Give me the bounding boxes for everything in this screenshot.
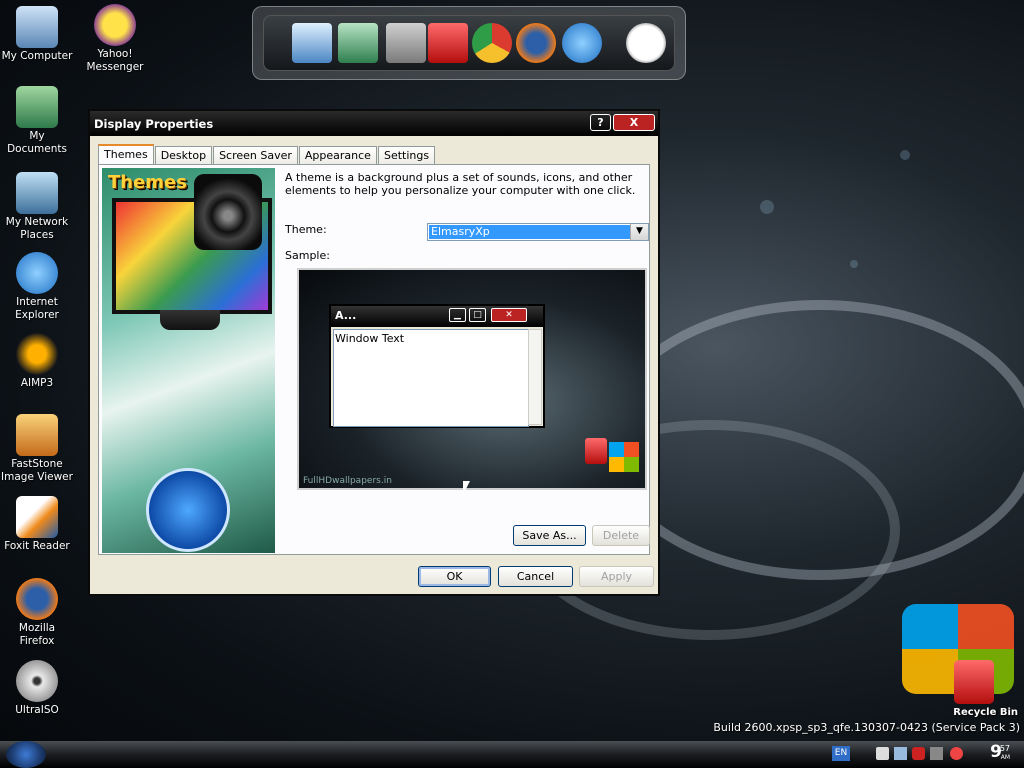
desktop-icon-label: Mozilla Firefox — [18, 622, 56, 647]
documents-folder-icon — [16, 86, 58, 128]
desktop-icon-label: My Computer — [1, 50, 73, 62]
close-button[interactable]: X — [613, 114, 655, 131]
apply-button[interactable]: Apply — [579, 566, 654, 587]
volume-icon[interactable] — [876, 747, 889, 760]
display-properties-window: Display Properties ? X Themes Desktop Sc… — [88, 109, 660, 596]
taskbar-clock[interactable]: 9 57 AM — [990, 742, 1010, 762]
desktop-icon-my-network-places[interactable]: My Network Places — [0, 172, 74, 242]
yahoo-messenger-icon — [94, 4, 136, 46]
security-shield-icon[interactable] — [912, 747, 925, 760]
dock — [252, 6, 686, 80]
desktop-icon-aimp3[interactable]: AIMP3 — [0, 333, 74, 390]
tab-settings[interactable]: Settings — [377, 146, 436, 165]
theme-label: Theme: — [285, 223, 327, 236]
tab-desktop[interactable]: Desktop — [154, 146, 213, 165]
desktop-icon-foxit-reader[interactable]: Foxit Reader — [0, 496, 74, 553]
speaker-art — [194, 174, 262, 250]
sample-recycle-bin-icon — [585, 438, 607, 464]
antivirus-icon[interactable] — [950, 747, 963, 760]
disc-icon — [16, 660, 58, 702]
sample-preview: A... ▁ □ ✕ Window Text FullHDwallpapers.… — [297, 268, 647, 490]
window-title: Display Properties — [94, 117, 214, 131]
themes-art-title: Themes — [108, 172, 187, 193]
start-button[interactable] — [6, 741, 46, 768]
desktop-icon-label: FastStone Image Viewer — [1, 458, 73, 483]
desktop-icon-label: My Documents — [7, 130, 67, 155]
sample-watermark: FullHDwallpapers.in — [303, 476, 392, 486]
internet-explorer-icon[interactable] — [562, 23, 602, 63]
recycle-bin-icon[interactable] — [954, 660, 994, 704]
internet-explorer-icon — [16, 252, 58, 294]
help-button[interactable]: ? — [590, 114, 611, 131]
documents-folder-icon[interactable] — [338, 23, 378, 63]
desktop-icon-my-computer[interactable]: My Computer — [0, 6, 74, 63]
title-bar[interactable]: Display Properties ? X — [90, 111, 658, 136]
sample-window: A... ▁ □ ✕ Window Text — [329, 304, 545, 428]
faststone-eye-icon — [16, 414, 58, 456]
theme-dropdown[interactable]: ElmasryXp ▼ — [427, 223, 649, 241]
desktop-icon-label: Yahoo! Messenger — [86, 48, 144, 73]
logo-e-icon — [146, 468, 230, 552]
computer-icon — [16, 6, 58, 48]
minimize-icon: ▁ — [449, 308, 466, 322]
network-icon — [16, 172, 58, 214]
desktop-icon-ultraiso[interactable]: UltraISO — [0, 660, 74, 717]
chevron-down-icon[interactable]: ▼ — [630, 224, 648, 240]
desktop-icon-label: Foxit Reader — [4, 540, 70, 552]
sample-window-text: Window Text — [335, 332, 405, 345]
tab-strip: Themes Desktop Screen Saver Appearance S… — [98, 144, 436, 167]
desktop-icon-internet-explorer[interactable]: Internet Explorer — [0, 252, 74, 322]
delete-button[interactable]: Delete — [592, 525, 650, 546]
wallpaper-bokeh — [850, 260, 858, 268]
clock-ampm: AM — [1000, 754, 1010, 761]
sample-scrollbar — [528, 329, 542, 425]
desktop-icon-label: AIMP3 — [20, 377, 54, 389]
sample-window-title: A... ▁ □ ✕ — [331, 306, 543, 327]
sample-windows-logo-icon — [609, 442, 639, 472]
hard-drive-icon[interactable] — [386, 23, 426, 63]
tab-appearance[interactable]: Appearance — [298, 146, 377, 165]
ok-button[interactable]: OK — [418, 566, 491, 587]
desktop-icon-label: Internet Explorer — [15, 296, 59, 321]
taskbar: EN 9 57 AM — [0, 741, 1024, 768]
aimp-icon — [16, 333, 58, 375]
themes-side-art: Themes — [102, 168, 275, 553]
monitor-icon[interactable] — [292, 23, 332, 63]
desktop-icon-mozilla-firefox[interactable]: Mozilla Firefox — [0, 578, 74, 648]
sample-window-title-text: A... — [335, 309, 357, 322]
maximize-icon: □ — [469, 308, 486, 322]
wallpaper-bokeh — [760, 200, 774, 214]
clock-minutes: 57 — [999, 744, 1010, 753]
firefox-icon — [16, 578, 58, 620]
monitor-stand-art — [160, 310, 220, 330]
language-indicator[interactable]: EN — [832, 746, 850, 761]
themes-description: A theme is a background plus a set of so… — [285, 171, 636, 197]
theme-dropdown-value: ElmasryXp — [429, 225, 630, 239]
build-info-text: Build 2600.xpsp_sp3_qfe.130307-0423 (Ser… — [713, 721, 1020, 734]
wallpaper-bokeh — [900, 150, 910, 160]
tab-screen-saver[interactable]: Screen Saver — [213, 146, 298, 165]
dock-shelf — [263, 15, 675, 71]
save-as-button[interactable]: Save As... — [513, 525, 586, 546]
desktop-icon-label: My Network Places — [5, 216, 69, 241]
themes-panel: Themes A theme is a background plus a se… — [98, 164, 650, 555]
recycle-bin-icon[interactable] — [428, 23, 468, 63]
arrow-icon[interactable] — [930, 747, 943, 760]
network-icon[interactable] — [894, 747, 907, 760]
firefox-icon[interactable] — [516, 23, 556, 63]
sample-window-body: Window Text — [333, 329, 529, 427]
desktop-icon-my-documents[interactable]: My Documents — [0, 86, 74, 156]
desktop-icon-label: UltraISO — [15, 704, 59, 716]
clock-icon[interactable] — [626, 23, 666, 63]
chrome-icon[interactable] — [472, 23, 512, 63]
system-tray: EN 9 57 AM — [828, 741, 1024, 768]
recycle-bin-label: Recycle Bin — [953, 707, 1018, 718]
cancel-button[interactable]: Cancel — [498, 566, 573, 587]
close-icon: ✕ — [491, 308, 527, 322]
sample-label: Sample: — [285, 249, 330, 262]
foxit-reader-icon — [16, 496, 58, 538]
desktop-icon-yahoo-messenger[interactable]: Yahoo! Messenger — [78, 4, 152, 74]
mouse-cursor-icon — [463, 481, 470, 495]
desktop-icon-faststone[interactable]: FastStone Image Viewer — [0, 414, 74, 484]
